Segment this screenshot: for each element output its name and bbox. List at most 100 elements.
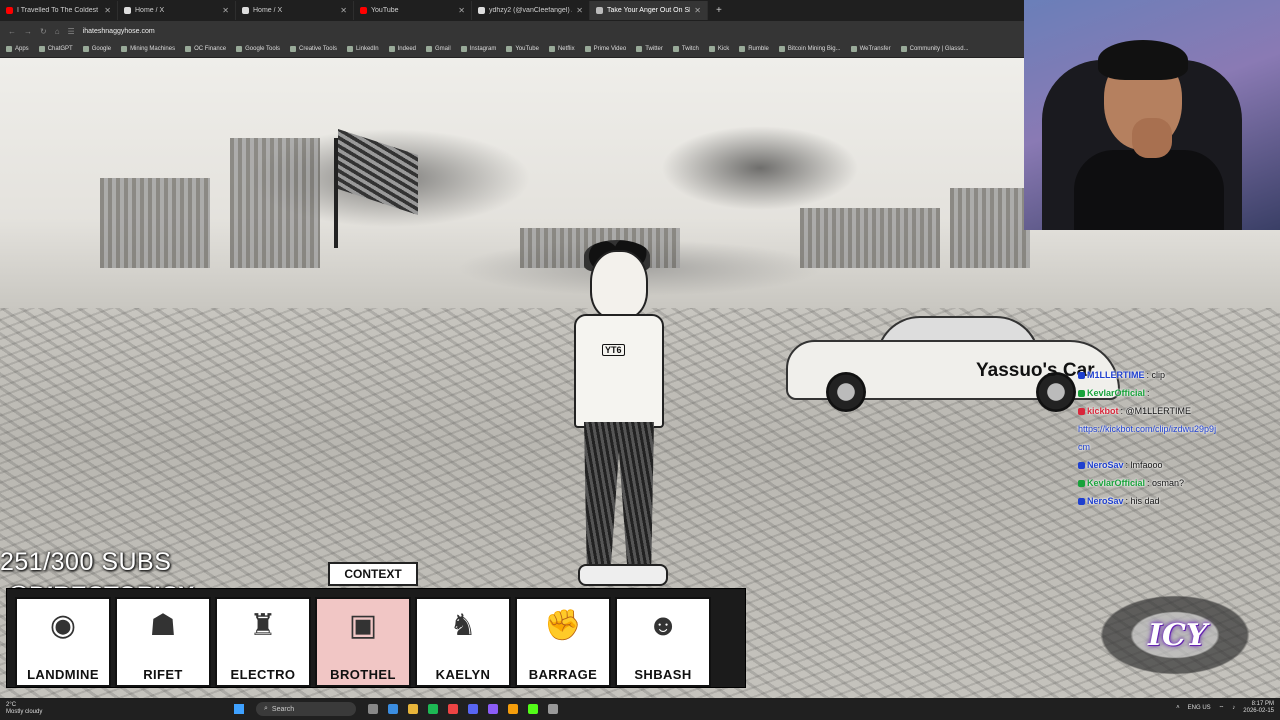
close-icon[interactable]: ✕ <box>222 6 229 15</box>
bookmark-item[interactable]: Indeed <box>388 46 416 52</box>
bookmark-item[interactable]: Prime Video <box>584 46 626 52</box>
volume-icon[interactable]: ♪ <box>1232 705 1235 711</box>
new-tab-button[interactable]: + <box>708 5 730 16</box>
chat-badge-icon <box>1078 497 1085 505</box>
tab-2[interactable]: Home / X ✕ <box>236 1 354 20</box>
chat-username[interactable]: NeroSav <box>1087 496 1124 506</box>
bookmark-item[interactable]: Bitcoin Mining Big... <box>778 46 841 52</box>
action-card-landmine[interactable]: ◉ LANDMINE <box>15 597 111 687</box>
chat-username[interactable]: KevlarOfficial <box>1087 478 1145 488</box>
action-bar: ◉ LANDMINE ☗ RIFET ♜ ELECTRO ▣ BROTHEL ♞ KAELYN ✊ B… <box>6 588 746 688</box>
taskbar-search[interactable]: ⌕ Search <box>256 702 356 716</box>
bookmark-item[interactable]: Rumble <box>739 46 769 52</box>
back-icon[interactable]: ← <box>8 27 16 36</box>
bookmark-item[interactable]: Netflix <box>548 46 575 52</box>
wheel-icon <box>826 372 866 412</box>
bookmark-item[interactable]: Gmail <box>426 46 451 52</box>
character-figure[interactable]: YT6 <box>560 240 680 590</box>
bookmark-item[interactable]: Apps <box>6 46 29 52</box>
bookmark-item[interactable]: LinkedIn <box>346 46 379 52</box>
search-placeholder: Search <box>271 705 295 713</box>
bookmark-item[interactable]: Twitter <box>636 46 663 52</box>
forward-icon[interactable]: → <box>24 27 32 36</box>
bookmark-item[interactable]: Creative Tools <box>290 46 337 52</box>
bookmark-item[interactable]: YouTube <box>506 46 539 52</box>
bookmark-item[interactable]: OC Finance <box>185 46 226 52</box>
bookmark-item[interactable]: Twitch <box>672 46 699 52</box>
bookmark-item[interactable]: Kick <box>708 46 729 52</box>
bookmark-icon <box>185 46 192 52</box>
chat-message: cm <box>1078 438 1278 456</box>
settings-icon[interactable] <box>548 704 558 714</box>
chat-badge-icon <box>1078 479 1085 487</box>
bookmark-label: ChatGPT <box>47 46 73 52</box>
clock-date: 2026-02-15 <box>1243 708 1274 714</box>
weather-widget[interactable]: 2°C Mostly cloudy <box>0 702 66 716</box>
clock[interactable]: 8:17 PM 2026-02-15 <box>1243 701 1274 715</box>
tab-label: I Travelled To The Coldest City <box>17 7 100 14</box>
bookmark-item[interactable]: Mining Machines <box>121 46 175 52</box>
close-icon[interactable]: ✕ <box>576 6 583 15</box>
tab-0[interactable]: I Travelled To The Coldest City ✕ <box>0 1 118 20</box>
ruined-building <box>950 188 1030 268</box>
close-icon[interactable]: ✕ <box>694 6 701 15</box>
bookmark-item[interactable]: WeTransfer <box>850 46 891 52</box>
site-info-icon[interactable]: ☰ <box>68 27 75 36</box>
shirt-text: YT6 <box>602 344 625 356</box>
clock-time: 8:17 PM <box>1251 701 1274 707</box>
task-view-icon[interactable] <box>368 704 378 714</box>
spotify-icon[interactable] <box>428 704 438 714</box>
chat-username[interactable]: M1LLERTIME <box>1087 370 1145 380</box>
bookmark-label: Rumble <box>748 46 769 52</box>
kick-icon[interactable] <box>528 704 538 714</box>
tab-4[interactable]: ydhzy2 (@vanCleefangel) / X ✕ <box>472 1 590 20</box>
reload-icon[interactable]: ↻ <box>40 27 47 36</box>
home-icon[interactable]: ⌂ <box>55 27 60 36</box>
action-card-shbash[interactable]: ☻ SHBASH <box>615 597 711 687</box>
bookmark-icon <box>121 46 128 52</box>
chat-username[interactable]: KevlarOfficial <box>1087 388 1145 398</box>
edge-icon[interactable] <box>388 704 398 714</box>
discord-icon[interactable] <box>468 704 478 714</box>
bookmark-item[interactable]: Instagram <box>460 46 496 52</box>
chat-text: : lmfaooo <box>1125 460 1163 470</box>
page-icon <box>596 7 603 14</box>
close-icon[interactable]: ✕ <box>458 6 465 15</box>
action-card-electro[interactable]: ♜ ELECTRO <box>215 597 311 687</box>
action-card-kaelyn[interactable]: ♞ KAELYN <box>415 597 511 687</box>
close-icon[interactable]: ✕ <box>104 6 111 15</box>
chat-text: https://kickbot.com/clip/izdwu29p9j <box>1078 424 1217 434</box>
url-field[interactable]: ihateshnaggyhose.com <box>83 28 155 35</box>
car[interactable]: Yassuo's Car <box>786 310 1120 412</box>
tab-5[interactable]: Take Your Anger Out On Sl... ✕ <box>590 1 708 20</box>
obs-icon[interactable] <box>508 704 518 714</box>
bookmark-label: Bitcoin Mining Big... <box>787 46 841 52</box>
chrome-icon[interactable] <box>448 704 458 714</box>
bookmark-item[interactable]: Google <box>82 46 111 52</box>
bookmark-item[interactable]: ChatGPT <box>38 46 73 52</box>
x-icon <box>242 7 249 14</box>
chevron-up-icon[interactable]: ˄ <box>1176 705 1180 711</box>
chat-message: M1LLERTIME: clip <box>1078 366 1278 384</box>
bookmark-item[interactable]: Community | Glassd... <box>900 46 969 52</box>
twitch-icon[interactable] <box>488 704 498 714</box>
lang-code: ENG <box>1187 705 1201 711</box>
wifi-icon[interactable]: ⌔ <box>1219 704 1225 712</box>
tab-3[interactable]: YouTube ✕ <box>354 1 472 20</box>
bookmark-icon <box>6 46 12 52</box>
language-indicator[interactable]: ENG US <box>1188 705 1211 711</box>
action-card-rifet[interactable]: ☗ RIFET <box>115 597 211 687</box>
youtube-icon <box>6 7 13 14</box>
youtube-icon <box>360 7 367 14</box>
windows-start-icon[interactable] <box>234 704 244 714</box>
close-icon[interactable]: ✕ <box>340 6 347 15</box>
chat-username[interactable]: kickbot <box>1087 406 1119 416</box>
action-card-barrage[interactable]: ✊ BARRAGE <box>515 597 611 687</box>
file-explorer-icon[interactable] <box>408 704 418 714</box>
tab-label: YouTube <box>371 7 399 14</box>
tab-1[interactable]: Home / X ✕ <box>118 1 236 20</box>
chat-username[interactable]: NeroSav <box>1087 460 1124 470</box>
context-tab[interactable]: CONTEXT <box>328 562 418 586</box>
bookmark-item[interactable]: Google Tools <box>236 46 280 52</box>
action-card-brothel[interactable]: ▣ BROTHEL <box>315 597 411 687</box>
